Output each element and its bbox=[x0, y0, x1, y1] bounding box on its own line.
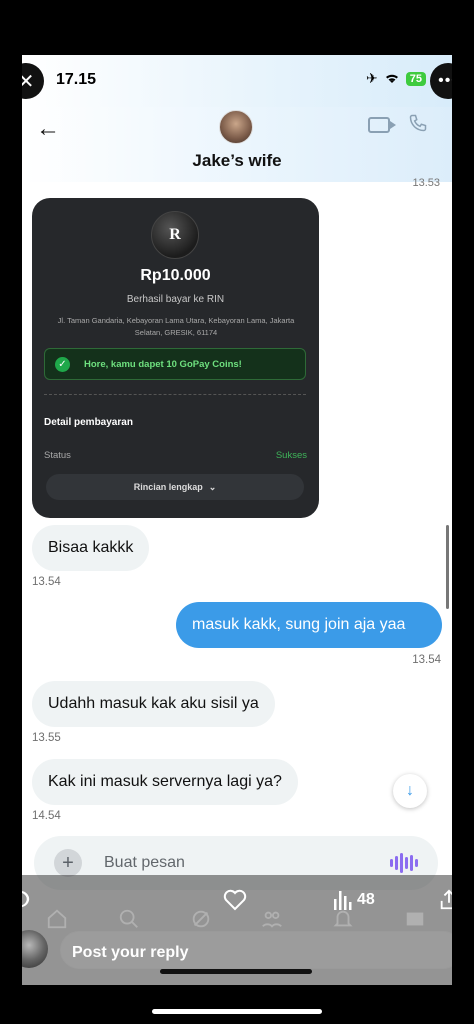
message-time: 13.53 bbox=[412, 177, 440, 189]
home-indicator bbox=[152, 1009, 322, 1014]
airplane-icon: ✈ bbox=[366, 70, 378, 86]
wifi-icon bbox=[384, 71, 400, 87]
phone-call-icon[interactable] bbox=[408, 113, 428, 139]
battery-indicator: 75 bbox=[405, 71, 426, 86]
payment-receipt-card[interactable]: R Rp10.000 Berhasil bayar ke RIN Jl. Tam… bbox=[32, 198, 319, 518]
reply-placeholder[interactable]: Post your reply bbox=[72, 944, 188, 962]
payment-amount: Rp10.000 bbox=[140, 267, 211, 284]
plus-icon[interactable]: + bbox=[54, 849, 82, 877]
payment-recipient: Berhasil bayar ke RIN bbox=[126, 294, 225, 305]
phone-screen: ✕ 17.15 ✈ 75 ••• ← Jake’s wife 13.53 R R… bbox=[22, 55, 452, 985]
scroll-down-arrow-icon[interactable]: ↓ bbox=[393, 774, 427, 808]
message-time: 14.54 bbox=[32, 810, 61, 822]
message-bubble-incoming[interactable]: Bisaa kakkk bbox=[32, 525, 150, 571]
coins-message: Hore, kamu dapet 10 GoPay Coins! bbox=[84, 358, 242, 370]
contact-avatar[interactable] bbox=[219, 110, 253, 144]
message-text: Udahh masuk kak aku sisil ya bbox=[48, 695, 259, 712]
status-time: 17.15 bbox=[56, 71, 97, 88]
scrollbar[interactable] bbox=[446, 525, 449, 609]
merchant-logo: R bbox=[151, 211, 199, 259]
message-text: masuk kakk, sung join aja yaa bbox=[192, 616, 406, 633]
message-time: 13.55 bbox=[32, 732, 61, 744]
contact-name[interactable]: Jake’s wife bbox=[22, 151, 452, 171]
message-text: Bisaa kakkk bbox=[48, 539, 134, 556]
message-bubble-outgoing[interactable]: masuk kakk, sung join aja yaa bbox=[176, 602, 442, 648]
status-label: Status bbox=[44, 450, 71, 461]
views-count: 48 bbox=[357, 891, 375, 908]
message-bubble-incoming[interactable]: Kak ini masuk servernya lagi ya? bbox=[32, 759, 298, 805]
merchant-address: Jl. Taman Gandaria, Kebayoran Lama Utara… bbox=[57, 316, 295, 337]
status-icons: ✈ 75 bbox=[366, 70, 426, 87]
message-input-placeholder[interactable]: Buat pesan bbox=[104, 854, 185, 872]
check-icon: ✓ bbox=[55, 356, 70, 372]
video-call-icon[interactable] bbox=[368, 117, 396, 133]
voice-message-icon[interactable] bbox=[390, 853, 418, 873]
back-arrow-icon[interactable]: ← bbox=[36, 115, 60, 143]
coins-banner: ✓ Hore, kamu dapet 10 GoPay Coins! bbox=[44, 348, 306, 380]
chevron-down-icon: ⌄ bbox=[208, 481, 217, 492]
message-time: 13.54 bbox=[32, 576, 61, 588]
full-details-button[interactable]: Rincian lengkap ⌄ bbox=[46, 474, 304, 500]
home-indicator bbox=[160, 969, 312, 974]
status-value: Sukses bbox=[275, 450, 307, 461]
payment-detail-title: Detail pembayaran bbox=[44, 417, 133, 428]
close-icon[interactable]: ✕ bbox=[22, 63, 44, 99]
message-time: 13.54 bbox=[412, 654, 441, 666]
status-bar: ✕ 17.15 ✈ 75 ••• bbox=[22, 55, 452, 107]
more-icon[interactable]: ••• bbox=[430, 63, 452, 99]
chat-header: ← Jake’s wife bbox=[22, 107, 452, 182]
full-details-label: Rincian lengkap bbox=[133, 482, 203, 492]
divider bbox=[44, 394, 306, 395]
message-text: Kak ini masuk servernya lagi ya? bbox=[48, 773, 282, 790]
user-avatar[interactable] bbox=[22, 930, 48, 968]
message-bubble-incoming[interactable]: Udahh masuk kak aku sisil ya bbox=[32, 681, 275, 727]
